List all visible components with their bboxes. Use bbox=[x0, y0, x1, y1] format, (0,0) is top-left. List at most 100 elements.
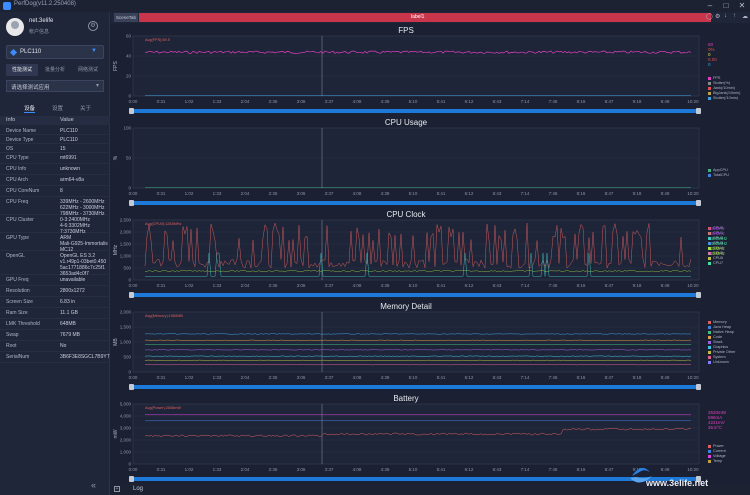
x-tick-label: 0:00 bbox=[129, 283, 138, 288]
subtab-about[interactable]: 关于 bbox=[80, 104, 91, 112]
legend-label: AppCPU bbox=[713, 168, 728, 172]
x-tick-label: 5:41 bbox=[437, 99, 446, 104]
location-icon[interactable]: ◯ bbox=[706, 13, 713, 20]
x-tick-label: 7:45 bbox=[549, 375, 558, 380]
x-tick-label: 1:33 bbox=[213, 467, 222, 472]
upload-icon[interactable]: ↑ bbox=[733, 13, 736, 19]
minimize-icon[interactable]: – bbox=[702, 0, 718, 12]
x-tick-label: 2:35 bbox=[269, 191, 278, 196]
legend-swatch-icon bbox=[708, 87, 711, 90]
legend-swatch-icon bbox=[708, 321, 711, 324]
legend-label: Unknown bbox=[713, 360, 729, 364]
chart-plot[interactable]: 0 500 1,000 1,500 2,000 2,500 MHz 0:00 0:31 1:02 1… bbox=[111, 218, 701, 294]
x-tick-label: 6:43 bbox=[493, 283, 502, 288]
log-label[interactable]: Log bbox=[133, 486, 143, 492]
x-tick-label: 4:08 bbox=[353, 99, 362, 104]
info-value: No bbox=[60, 343, 67, 349]
x-tick-label: 7:14 bbox=[521, 99, 530, 104]
x-tick-label: 0:00 bbox=[129, 99, 138, 104]
settings-gear-icon[interactable]: ⚙ bbox=[88, 21, 98, 31]
legend-item[interactable]: CPU7 bbox=[708, 261, 750, 266]
x-tick-label: 1:33 bbox=[213, 283, 222, 288]
tab-performance-test[interactable]: 性能测试 bbox=[6, 64, 38, 76]
avatar[interactable] bbox=[6, 18, 24, 36]
close-icon[interactable]: ✕ bbox=[734, 0, 750, 12]
info-row: Ram Size 11.1 GB bbox=[0, 308, 110, 319]
y-tick-label: 1,500 bbox=[120, 242, 132, 247]
chart-plot[interactable]: 0 500 1,000 1,500 2,000 MB 0:00 0:31 1:02 1:33 2:0… bbox=[111, 310, 701, 386]
legend-swatch-icon bbox=[708, 356, 711, 359]
time-range-slider[interactable] bbox=[129, 108, 701, 114]
x-tick-label: 9:49 bbox=[661, 191, 670, 196]
y-tick-label: 1,000 bbox=[120, 254, 132, 259]
legend-label: System bbox=[713, 355, 726, 359]
y-tick-label: 0 bbox=[128, 94, 131, 99]
settings-icon[interactable]: ⚙ bbox=[715, 13, 720, 20]
x-tick-label: 6:43 bbox=[493, 191, 502, 196]
maximize-icon[interactable]: □ bbox=[718, 0, 734, 12]
current-values: 2520mW 596mA 4221mV 36.5°C bbox=[708, 410, 726, 430]
y-tick-label: 0 bbox=[128, 278, 131, 283]
legend-item[interactable]: TotalCPU bbox=[708, 173, 750, 178]
x-tick-label: 1:02 bbox=[185, 283, 194, 288]
legend-swatch-icon bbox=[708, 341, 711, 344]
legend-label: Voltage bbox=[713, 454, 726, 458]
info-key: OS bbox=[6, 146, 14, 152]
legend-label: Memory bbox=[713, 320, 727, 324]
subtab-settings[interactable]: 设置 bbox=[52, 104, 63, 112]
y-tick-label: 20 bbox=[126, 74, 132, 79]
subtab-device[interactable]: 设备 bbox=[24, 104, 36, 113]
legend-item[interactable]: Stutter(/10min) bbox=[708, 96, 750, 101]
info-key: CPU Arch bbox=[6, 177, 28, 183]
wifi-icon: ▼ bbox=[91, 48, 97, 54]
y-tick-label: 5,000 bbox=[120, 402, 132, 407]
info-value: PLC110 bbox=[60, 128, 78, 134]
info-value: unavailable bbox=[60, 277, 86, 283]
y-tick-label: 50 bbox=[126, 156, 132, 161]
tab-network-test[interactable]: 网络测试 bbox=[72, 64, 104, 76]
current-value: 36.5°C bbox=[708, 425, 722, 430]
x-tick-label: 8:47 bbox=[605, 283, 614, 288]
label-bar[interactable]: label1 bbox=[139, 13, 711, 22]
tab-batch-analysis[interactable]: 批量分析 bbox=[39, 64, 71, 76]
x-tick-label: 3:06 bbox=[297, 191, 306, 196]
time-range-slider[interactable] bbox=[129, 200, 701, 206]
collapse-sidebar-icon[interactable]: « bbox=[91, 480, 96, 490]
time-range-slider[interactable] bbox=[129, 476, 701, 482]
header-value: Value bbox=[60, 117, 74, 123]
x-tick-label: 9:49 bbox=[661, 99, 670, 104]
chart-plot[interactable]: 0 50 100% 0:00 0:31 1:02 1:33 2:04 2:35 3:06 3:37 4… bbox=[111, 126, 701, 202]
cloud-icon[interactable]: ☁ bbox=[742, 13, 748, 20]
log-toggle-checkbox[interactable]: + bbox=[114, 486, 120, 492]
info-row: CPU Freq 339MHz - 2600MHz 622MHz - 3000MH… bbox=[0, 197, 110, 217]
y-tick-label: 2,000 bbox=[120, 310, 132, 315]
y-tick-label: 40 bbox=[126, 54, 132, 59]
x-tick-label: 6:43 bbox=[493, 375, 502, 380]
info-row: Screen Size 6.83 in bbox=[0, 297, 110, 308]
legend-item[interactable]: Unknown bbox=[708, 360, 750, 365]
y-tick-label: 500 bbox=[123, 355, 131, 360]
x-tick-label: 4:39 bbox=[381, 99, 390, 104]
device-selector[interactable]: PLC110 ▼ bbox=[6, 45, 104, 59]
chart-plot[interactable]: 0 20 40 60 FPS 0:00 0:31 1:02 1:33 2:04 2:35 3:06 3:… bbox=[111, 34, 701, 110]
chart-panel-cpu-usage: CPU Usage 0 50 100% 0:00 0:31 1:02 1:33 2:04 2:35… bbox=[111, 118, 750, 208]
legend-swatch-icon bbox=[708, 262, 711, 265]
y-tick-label: 2,000 bbox=[120, 230, 132, 235]
y-tick-label: 0 bbox=[128, 186, 131, 191]
time-range-slider[interactable] bbox=[129, 292, 701, 298]
x-tick-label: 0:31 bbox=[157, 283, 166, 288]
x-tick-label: 4:08 bbox=[353, 375, 362, 380]
time-range-slider[interactable] bbox=[129, 384, 701, 390]
x-tick-label: 10:20 bbox=[687, 283, 699, 288]
account-info-link[interactable]: 帐户信息 bbox=[29, 28, 49, 35]
chevron-down-icon: ▾ bbox=[95, 83, 99, 89]
download-icon[interactable]: ↓ bbox=[724, 13, 727, 19]
app-logo-icon bbox=[3, 2, 11, 10]
chart-plot[interactable]: 0 1,000 2,000 3,000 4,000 5,000 mW 0:00 0:31 1:02… bbox=[111, 402, 701, 478]
legend-swatch-icon bbox=[708, 455, 711, 458]
scene-tab-button[interactable]: SceneTab bbox=[114, 13, 138, 22]
info-value: 8 bbox=[60, 188, 63, 194]
info-row: CPU CoreNum 8 bbox=[0, 186, 110, 197]
legend-swatch-icon bbox=[708, 336, 711, 339]
app-select[interactable]: 请选择测试应用 ▾ bbox=[6, 80, 104, 92]
